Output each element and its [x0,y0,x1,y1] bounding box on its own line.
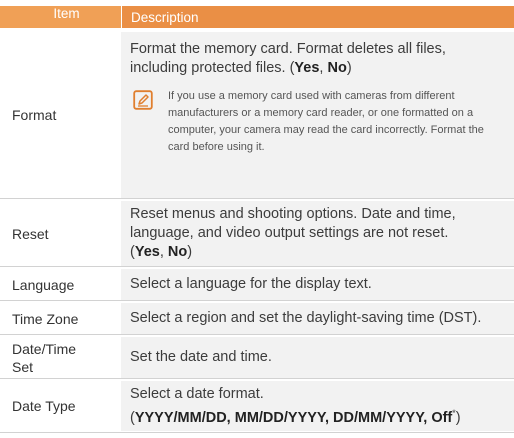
description-date-type: Select a date format. (YYYY/MM/DD, MM/DD… [121,381,514,431]
note-pencil-icon [133,90,153,110]
note-text: If you use a memory card used with camer… [168,90,484,153]
item-language: Language [12,276,75,293]
row-divider [0,378,514,379]
description-format: Format the memory card. Format deletes a… [121,32,514,198]
row-divider [0,300,514,301]
table-row-format: Format Format the memory card. Format de… [0,32,514,198]
table-row-date-time-set: Date/Time Set Set the date and time. [0,337,514,378]
row-divider [0,198,514,199]
option-no: No [167,244,188,260]
table-row-reset: Reset Reset menus and shooting options. … [0,201,514,266]
header-item: Item [0,6,121,28]
description-language: Select a language for the display text. [121,269,514,300]
description-date-time-set: Set the date and time. [121,337,514,378]
item-reset: Reset [12,225,49,242]
description-reset: Reset menus and shooting options. Date a… [121,201,514,266]
item-date-type: Date Type [12,398,76,414]
format-note: If you use a memory card used with camer… [130,88,506,156]
table-row-time-zone: Time Zone Select a region and set the da… [0,303,514,334]
table-row-language: Language Select a language for the displ… [0,269,514,300]
header-description: Description [121,6,514,28]
item-date-time-set: Date/Time Set [12,340,77,375]
option-yes: Yes [134,244,160,260]
table-header: Item Description [0,6,514,28]
item-time-zone: Time Zone [12,310,79,327]
row-divider [0,432,514,433]
item-format: Format [12,107,57,123]
row-divider [0,266,514,267]
table-row-date-type: Date Type Select a date format. (YYYY/MM… [0,381,514,431]
format-description-text: Format the memory card. Format deletes a… [130,41,446,76]
description-time-zone: Select a region and set the daylight-sav… [121,303,514,334]
option-yes: Yes [294,60,320,76]
option-no: No [327,60,347,76]
date-format-options: YYYY/MM/DD, MM/DD/YYYY, DD/MM/YYYY, Off [134,409,453,426]
row-divider [0,334,514,335]
